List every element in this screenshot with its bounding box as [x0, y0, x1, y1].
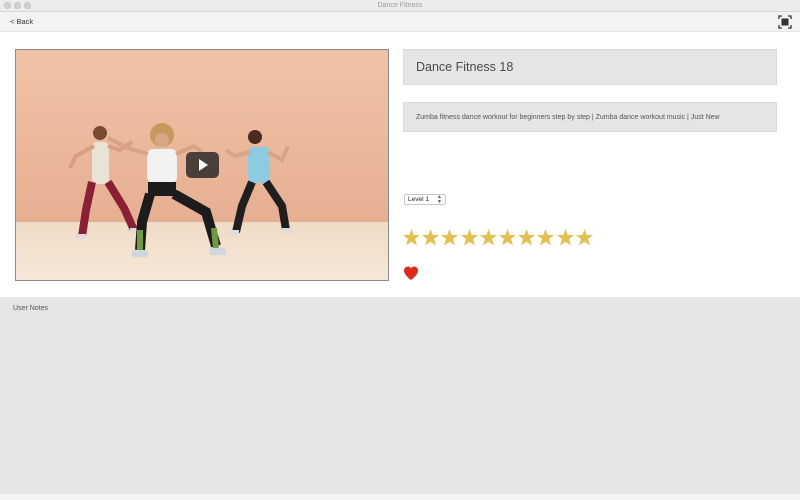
star-icon[interactable]: [460, 228, 479, 247]
star-icon[interactable]: [536, 228, 555, 247]
star-icon[interactable]: [421, 228, 440, 247]
star-icon[interactable]: [517, 228, 536, 247]
star-icon[interactable]: [575, 228, 594, 247]
play-icon[interactable]: [186, 152, 219, 178]
star-icon[interactable]: [479, 228, 498, 247]
window-title: Dance Fitness: [377, 2, 423, 9]
user-notes-label: User Notes: [13, 305, 49, 312]
video-description: Zumba fitness dance workout for beginner…: [403, 102, 777, 132]
heart-icon[interactable]: [403, 265, 419, 281]
star-icon[interactable]: [498, 228, 517, 247]
star-icon[interactable]: [556, 228, 575, 247]
level-select-value: Level 1: [408, 196, 429, 203]
level-select[interactable]: Level 1 ▲ ▼: [404, 194, 446, 205]
star-icon[interactable]: [440, 228, 459, 247]
video-player[interactable]: [15, 49, 389, 281]
back-button[interactable]: < Back: [10, 17, 33, 26]
bottom-strip: [0, 494, 800, 500]
star-icon[interactable]: [402, 228, 421, 247]
fullscreen-icon[interactable]: [778, 15, 792, 29]
user-notes-panel: User Notes: [0, 297, 800, 494]
video-title: Dance Fitness 18: [403, 49, 777, 85]
chevron-updown-icon: ▲ ▼: [437, 194, 442, 205]
title-bar: Dance Fitness: [0, 0, 800, 12]
toolbar: < Back: [0, 12, 800, 32]
user-notes-field[interactable]: [0, 317, 800, 492]
